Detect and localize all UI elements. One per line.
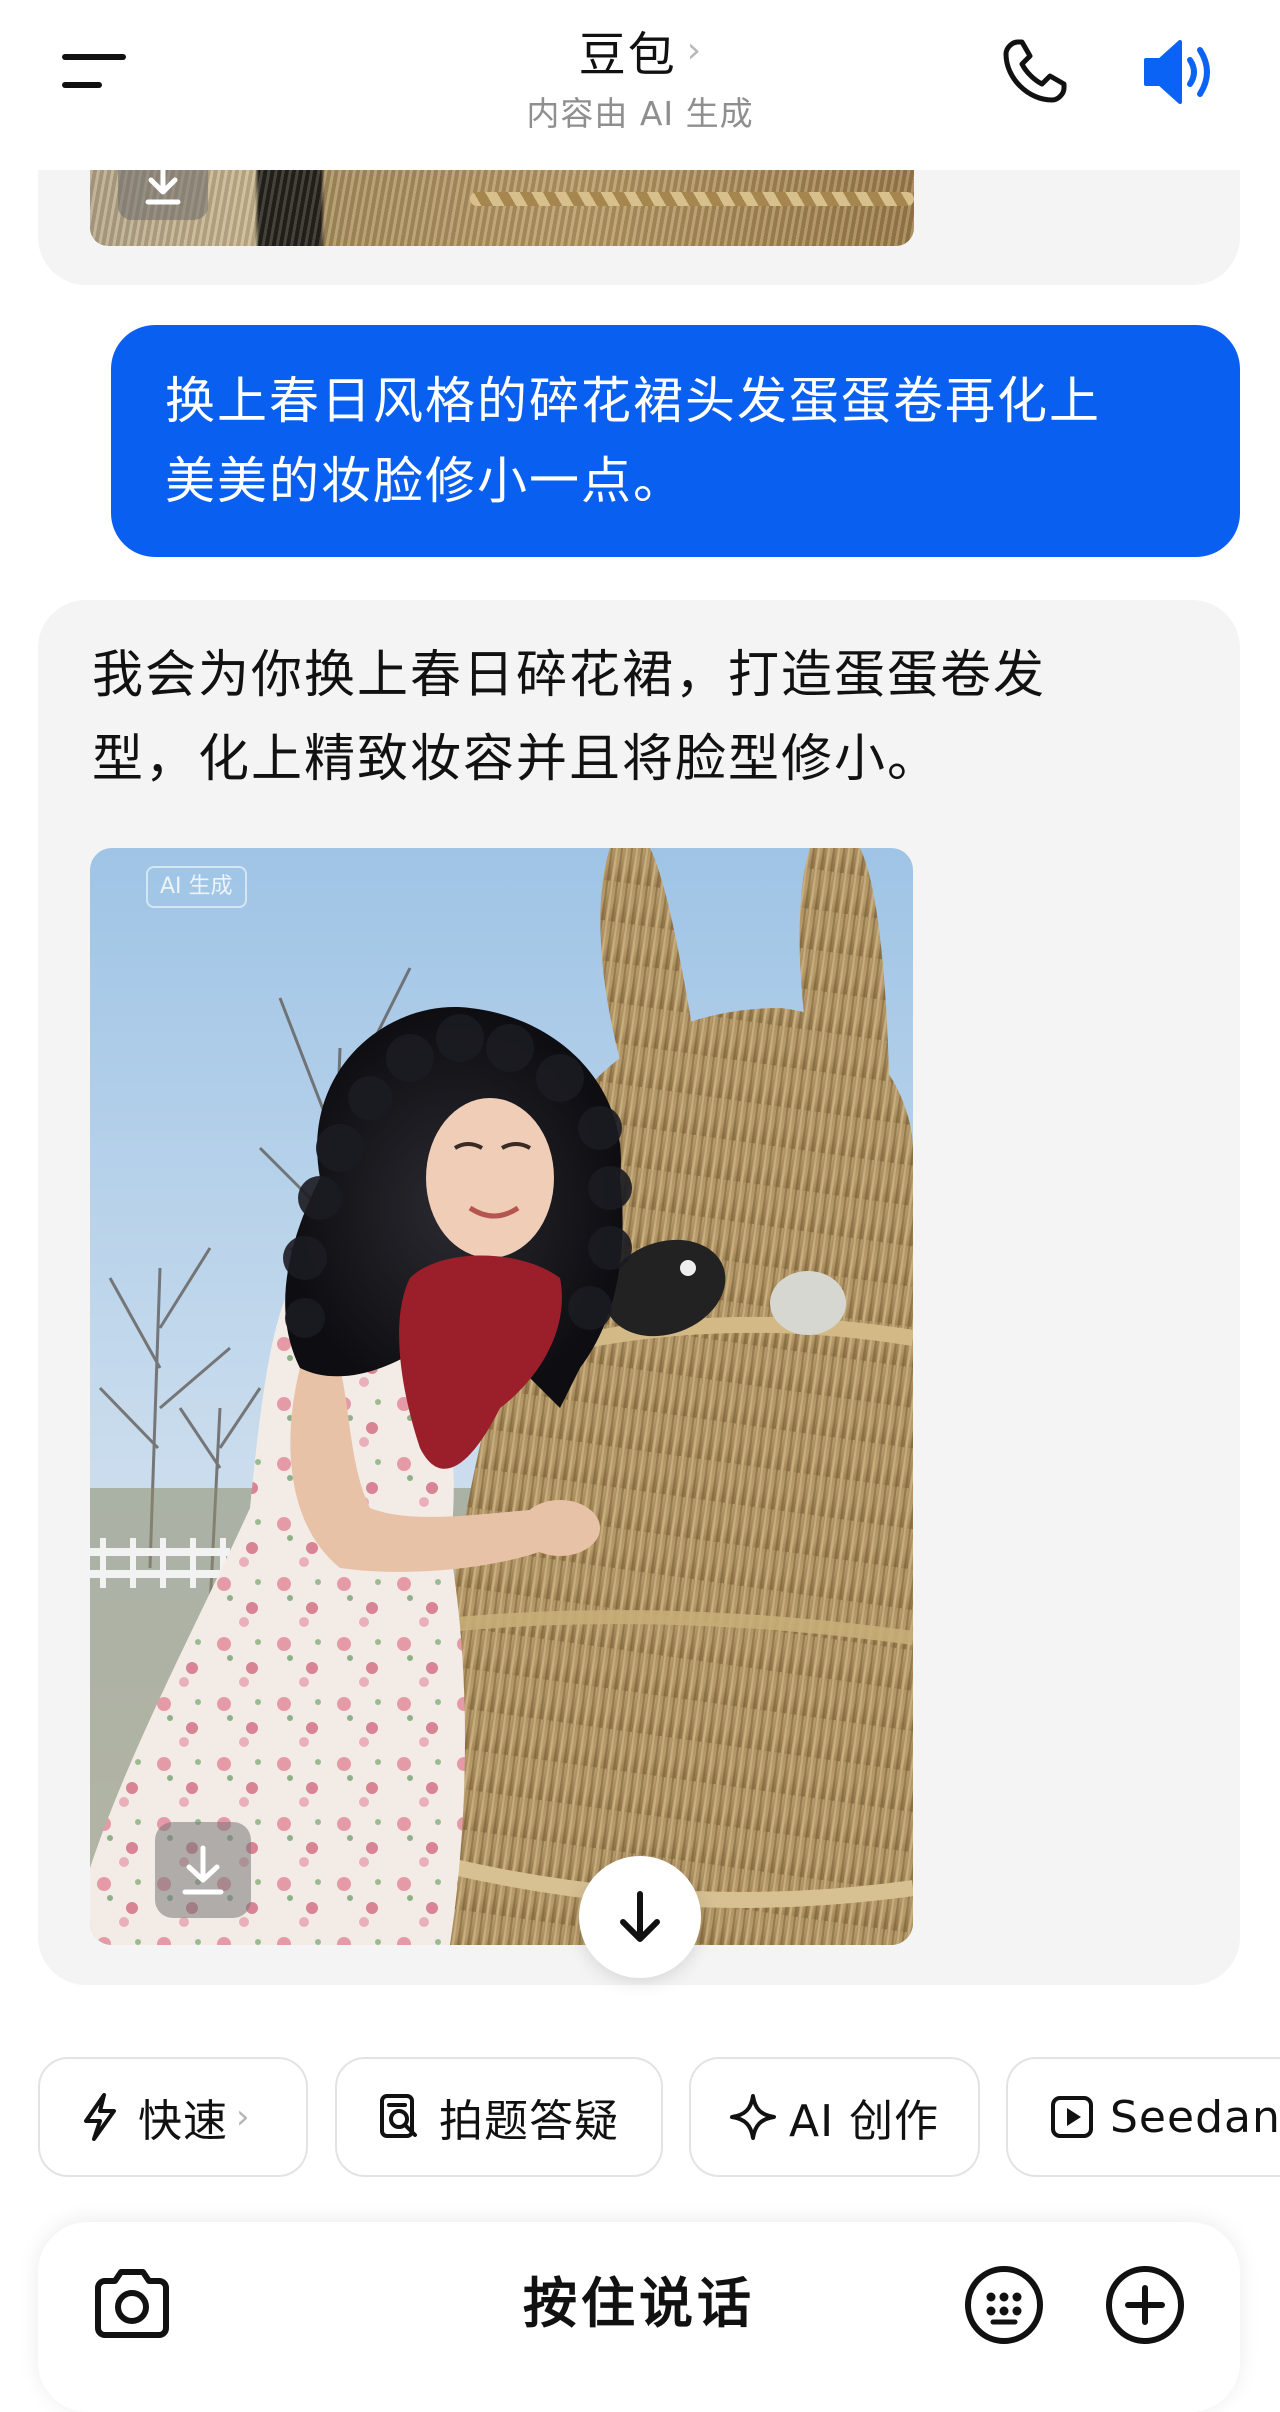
- camera-icon[interactable]: [90, 2264, 174, 2344]
- keyboard-emoji-icon[interactable]: [963, 2264, 1045, 2346]
- ai-message-text[interactable]: 我会为你换上春日碎花裙，打造蛋蛋卷发 型，化上精致妆容并且将脸型修小。: [92, 634, 1152, 802]
- chip-photo-question[interactable]: 拍题答疑: [335, 2057, 663, 2177]
- download-icon[interactable]: [155, 1822, 251, 1918]
- video-play-icon: [1051, 2096, 1093, 2138]
- hold-to-talk-button[interactable]: 按住说话: [458, 2262, 820, 2346]
- generated-image[interactable]: [90, 848, 913, 1945]
- chevron-right-icon: ›: [686, 30, 702, 71]
- chip-quick-mode[interactable]: 快速 ›: [38, 2057, 308, 2177]
- bot-title-button[interactable]: 豆包 ›: [579, 16, 701, 85]
- chip-label: 拍题答疑: [439, 2096, 619, 2147]
- chip-label: Seedance: [1110, 2091, 1280, 2143]
- photo-question-icon: [380, 2094, 417, 2138]
- download-icon[interactable]: [118, 170, 208, 220]
- ai-disclaimer: 内容由 AI 生成: [526, 94, 754, 133]
- scroll-to-bottom-icon[interactable]: [579, 1856, 701, 1978]
- speaker-icon[interactable]: [1140, 34, 1220, 110]
- chip-label: AI 创作: [789, 2096, 940, 2147]
- sparkle-icon: [730, 2094, 776, 2140]
- ai-message-line: 我会为你换上春日碎花裙，打造蛋蛋卷发: [92, 646, 1047, 705]
- ai-message-line: 型，化上精致妆容并且将脸型修小。: [92, 730, 941, 789]
- previous-generated-image[interactable]: [90, 170, 914, 246]
- chevron-right-icon: ›: [236, 2097, 251, 2137]
- top-bar: 豆包 › 内容由 AI 生成: [0, 0, 1280, 170]
- input-bar: 按住说话: [38, 2222, 1240, 2412]
- plus-icon[interactable]: [1104, 2264, 1186, 2346]
- bot-name: 豆包: [578, 28, 677, 83]
- user-message-bubble[interactable]: 换上春日风格的碎花裙头发蛋蛋卷再化上 美美的妆脸修小一点。: [111, 325, 1240, 557]
- chip-seedance[interactable]: Seedance: [1006, 2057, 1280, 2177]
- chip-ai-create[interactable]: AI 创作: [689, 2057, 980, 2177]
- ai-message-card: 我会为你换上春日碎花裙，打造蛋蛋卷发 型，化上精致妆容并且将脸型修小。 AI 生…: [38, 600, 1240, 1985]
- user-message-line: 换上春日风格的碎花裙头发蛋蛋卷再化上: [165, 372, 1101, 430]
- lightning-icon: [84, 2093, 116, 2141]
- chip-label: 快速: [138, 2096, 228, 2147]
- phone-icon[interactable]: [998, 36, 1070, 108]
- user-message-line: 美美的妆脸修小一点。: [165, 452, 685, 510]
- ai-generated-badge: AI 生成: [146, 866, 247, 908]
